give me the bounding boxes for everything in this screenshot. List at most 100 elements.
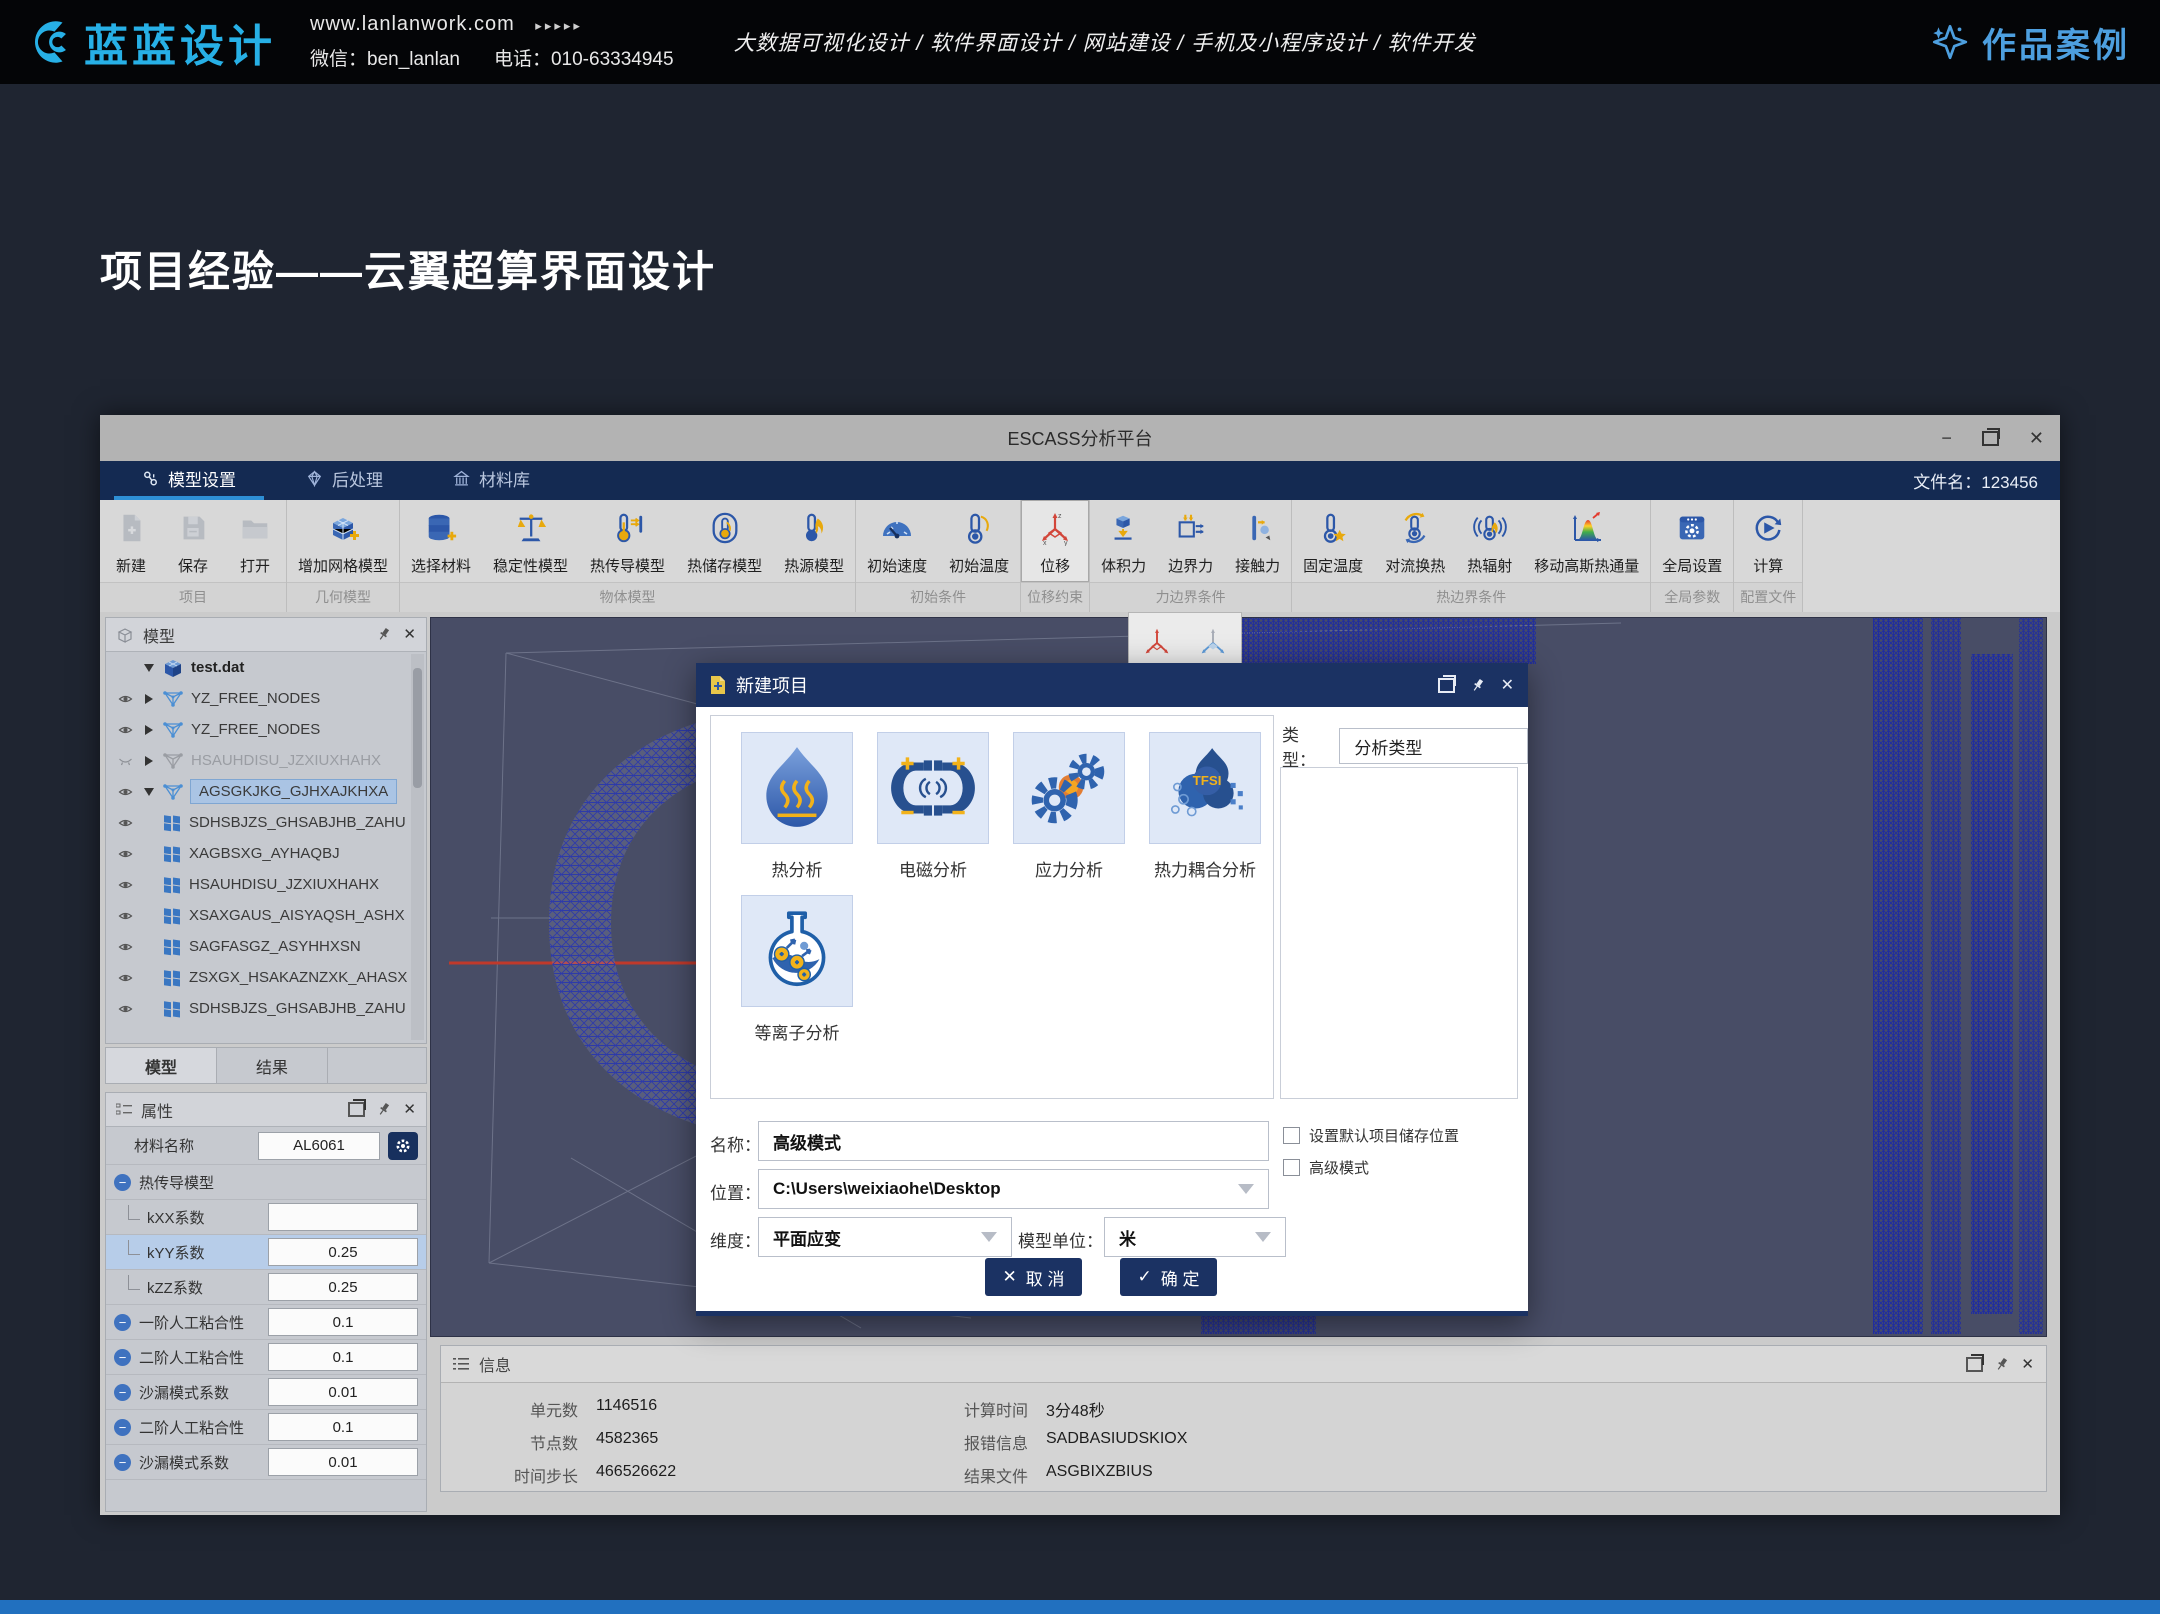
tree-item[interactable]: YZ_FREE_NODES	[106, 714, 426, 745]
save-button[interactable]: 保存	[162, 500, 224, 582]
tab-material-library[interactable]: 材料库	[425, 461, 558, 500]
body-force-button[interactable]: 体积力	[1090, 500, 1157, 582]
prop-value-field[interactable]: 0.01	[268, 1448, 418, 1476]
pin-icon[interactable]	[377, 1102, 391, 1117]
prop-value-field[interactable]: 0.1	[268, 1308, 418, 1336]
eye-open-icon[interactable]	[114, 910, 136, 922]
advanced-mode-checkbox-row[interactable]: 高级模式	[1283, 1157, 1369, 1178]
card-thermal-coupling-analysis[interactable]: TFSI 热力耦合分析	[1137, 732, 1273, 881]
dimension-dropdown[interactable]: 平面应变	[758, 1217, 1012, 1257]
scrollbar[interactable]	[411, 654, 424, 1040]
restore-icon[interactable]	[1966, 1357, 1983, 1372]
thermal-radiation-button[interactable]: 热辐射	[1456, 500, 1523, 582]
analysis-type-list[interactable]	[1280, 767, 1518, 1099]
close-icon[interactable]: ✕	[403, 1102, 416, 1117]
tree-item[interactable]: HSAUHDISU_JZXIUXHAHX	[106, 869, 426, 900]
prop-row[interactable]: 一阶人工粘合性 0.1	[106, 1305, 426, 1340]
scrollbar-thumb[interactable]	[413, 668, 422, 788]
prop-child-row-selected[interactable]: kYY系数 0.25	[106, 1235, 426, 1270]
project-name-input[interactable]: 高级模式	[758, 1121, 1269, 1161]
prop-row[interactable]: 二阶人工粘合性 0.1	[106, 1410, 426, 1445]
tree-item[interactable]: YZ_FREE_NODES	[106, 683, 426, 714]
ok-button[interactable]: ✓ 确 定	[1120, 1258, 1217, 1296]
card-stress-analysis[interactable]: 应力分析	[1001, 732, 1137, 881]
prop-row[interactable]: 沙漏模式系数 0.01	[106, 1445, 426, 1480]
model-unit-dropdown[interactable]: 米	[1104, 1217, 1286, 1257]
collapse-minus-icon[interactable]	[114, 1349, 131, 1366]
collapse-minus-icon[interactable]	[114, 1384, 131, 1401]
heat-conduction-button[interactable]: 热传导模型	[579, 500, 676, 582]
displacement-button[interactable]: zxy 位移	[1024, 500, 1086, 582]
global-settings-button[interactable]: 全局设置	[1651, 500, 1733, 582]
eye-open-icon[interactable]	[114, 817, 136, 829]
close-icon[interactable]: ✕	[2029, 429, 2044, 447]
eye-open-icon[interactable]	[114, 724, 136, 736]
material-value-field[interactable]: AL6061	[258, 1132, 380, 1160]
tree-item[interactable]: SAGFASGZ_ASYHHXSN	[106, 931, 426, 962]
tab-result[interactable]: 结果	[217, 1048, 328, 1083]
prop-value-field[interactable]: 0.1	[268, 1343, 418, 1371]
tree-item[interactable]: XAGBSXG_AYHAQBJ	[106, 838, 426, 869]
eye-open-icon[interactable]	[114, 879, 136, 891]
eye-open-icon[interactable]	[114, 972, 136, 984]
card-electromagnetic-analysis[interactable]: 电磁分析	[865, 732, 1001, 881]
restore-icon[interactable]	[348, 1102, 365, 1117]
eye-open-icon[interactable]	[114, 941, 136, 953]
restore-icon[interactable]	[1438, 678, 1455, 693]
heat-source-button[interactable]: 热源模型	[773, 500, 855, 582]
initial-speed-button[interactable]: 初始速度	[856, 500, 938, 582]
card-thermal-analysis[interactable]: 热分析	[729, 732, 865, 881]
tree-item-selected[interactable]: AGSGKJKG_GJHXAJKHXA	[106, 776, 426, 807]
select-material-button[interactable]: 选择材料	[400, 500, 482, 582]
eye-open-icon[interactable]	[114, 1003, 136, 1015]
gauss-heat-flux-button[interactable]: 移动高斯热通量	[1523, 500, 1650, 582]
tree-item[interactable]: SDHSBJZS_GHSABJHB_ZAHU	[106, 993, 426, 1024]
new-button[interactable]: 新建	[100, 500, 162, 582]
prop-value-field[interactable]: 0.25	[268, 1273, 418, 1301]
tab-model[interactable]: 模型	[106, 1048, 217, 1083]
eye-open-icon[interactable]	[114, 848, 136, 860]
tree-item[interactable]: SDHSBJZS_GHSABJHB_ZAHU	[106, 807, 426, 838]
collapse-minus-icon[interactable]	[114, 1314, 131, 1331]
close-icon[interactable]: ✕	[2021, 1357, 2034, 1372]
convection-button[interactable]: 对流换热	[1374, 500, 1456, 582]
stability-model-button[interactable]: 稳定性模型	[482, 500, 579, 582]
card-plasma-analysis[interactable]: 等离子分析	[729, 895, 865, 1044]
fixed-temperature-button[interactable]: 固定温度	[1292, 500, 1374, 582]
material-settings-button[interactable]	[388, 1132, 418, 1160]
tab-model-settings[interactable]: 模型设置	[114, 461, 264, 500]
restore-icon[interactable]	[1982, 431, 1999, 446]
add-mesh-button[interactable]: 增加网格模型	[287, 500, 399, 582]
displacement-xyz-red-icon[interactable]	[1140, 625, 1174, 659]
analysis-type-field[interactable]: 分析类型	[1339, 728, 1528, 764]
prop-value-field[interactable]	[268, 1203, 418, 1231]
pin-icon[interactable]	[377, 627, 391, 642]
tree-root[interactable]: test.dat	[106, 652, 426, 683]
contact-force-button[interactable]: 接触力	[1224, 500, 1291, 582]
heat-storage-button[interactable]: 热储存模型	[676, 500, 773, 582]
tree-item[interactable]: ZSXGX_HSAKAZNZXK_AHASX	[106, 962, 426, 993]
compute-button[interactable]: 计算	[1737, 500, 1799, 582]
tree-item[interactable]: XSAXGAUS_AISYAQSH_ASHX	[106, 900, 426, 931]
prop-child-row[interactable]: kZZ系数 0.25	[106, 1270, 426, 1305]
open-button[interactable]: 打开	[224, 500, 286, 582]
window-titlebar[interactable]: ESCASS分析平台 − ✕	[100, 415, 2060, 461]
checkbox-icon[interactable]	[1283, 1159, 1300, 1176]
pin-icon[interactable]	[1471, 678, 1485, 693]
prop-value-field[interactable]: 0.25	[268, 1238, 418, 1266]
boundary-force-button[interactable]: 边界力	[1157, 500, 1224, 582]
close-icon[interactable]: ✕	[1501, 675, 1514, 695]
prop-row[interactable]: 沙漏模式系数 0.01	[106, 1375, 426, 1410]
website-link[interactable]: www.lanlanwork.com	[310, 13, 515, 35]
close-icon[interactable]: ✕	[403, 627, 416, 642]
displacement-xyz-blue-icon[interactable]	[1196, 625, 1230, 659]
collapse-minus-icon[interactable]	[114, 1174, 131, 1191]
eye-open-icon[interactable]	[114, 786, 136, 798]
tab-postprocess[interactable]: 后处理	[278, 461, 411, 500]
pin-icon[interactable]	[1995, 1357, 2009, 1372]
prop-row[interactable]: 二阶人工粘合性 0.1	[106, 1340, 426, 1375]
collapse-minus-icon[interactable]	[114, 1419, 131, 1436]
default-location-checkbox-row[interactable]: 设置默认项目储存位置	[1283, 1125, 1459, 1146]
prop-group-row[interactable]: 热传导模型	[106, 1165, 426, 1200]
prop-child-row[interactable]: kXX系数	[106, 1200, 426, 1235]
